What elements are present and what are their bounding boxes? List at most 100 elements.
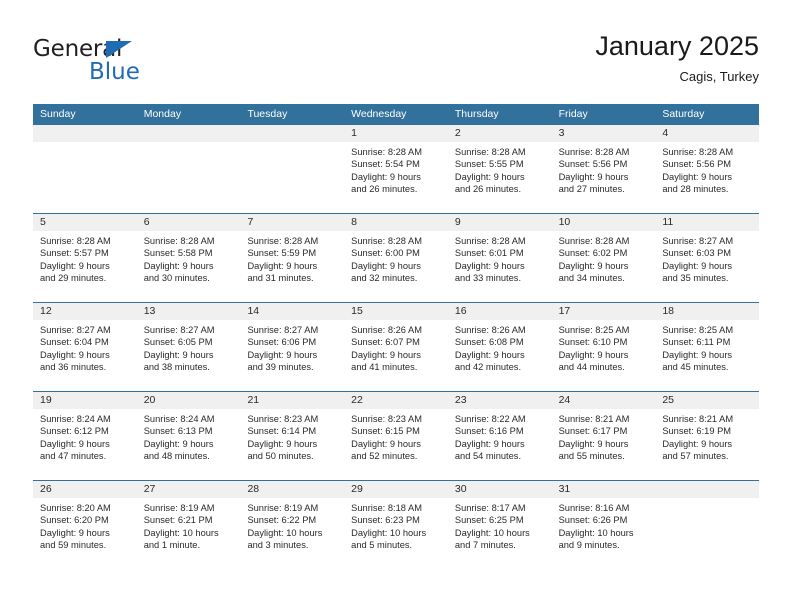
calendar-day-cell[interactable]: 27 Sunrise: 8:19 AM Sunset: 6:21 PM Dayligh… (136, 481, 241, 569)
day-number: 10 (551, 214, 656, 231)
day-number: 12 (33, 303, 137, 320)
calendar-day-cell[interactable]: 21 Sunrise: 8:23 AM Sunset: 6:14 PM Dayligh… (240, 392, 345, 480)
daylight-duration-line1: Daylight: 9 hours (247, 260, 318, 271)
calendar-day-cell[interactable]: 9 Sunrise: 8:28 AM Sunset: 6:01 PM Daylight… (447, 214, 552, 302)
day-number: 15 (344, 303, 448, 320)
daylight-duration-line2: and 30 minutes. (143, 273, 210, 284)
day-details: Sunrise: 8:16 AM Sunset: 6:26 PM Daylight:… (552, 498, 656, 552)
daylight-duration-line1: Daylight: 9 hours (351, 438, 421, 449)
sunrise-time: Sunrise: 8:21 AM (662, 414, 734, 424)
day-number (33, 125, 137, 142)
sunset-time: Sunset: 6:08 PM (454, 337, 524, 348)
calendar-day-cell[interactable]: 18 Sunrise: 8:25 AM Sunset: 6:11 PM Dayligh… (655, 303, 760, 391)
sunrise-time: Sunrise: 8:24 AM (143, 414, 215, 424)
weekday-header-tuesday: Tuesday (247, 108, 288, 120)
calendar-day-cell[interactable]: 1 Sunrise: 8:28 AM Sunset: 5:54 PM Daylight… (344, 125, 448, 213)
day-details: Sunrise: 8:25 AM Sunset: 6:10 PM Daylight:… (552, 320, 656, 374)
sunset-time: Sunset: 6:00 PM (351, 248, 420, 259)
logo-triangle-icon (106, 41, 132, 58)
calendar-day-cell[interactable]: 12 Sunrise: 8:27 AM Sunset: 6:04 PM Dayligh… (33, 303, 137, 391)
calendar-day-cell[interactable]: 22 Sunrise: 8:23 AM Sunset: 6:15 PM Dayligh… (344, 392, 448, 480)
sunset-time: Sunset: 6:20 PM (40, 515, 109, 526)
day-details: Sunrise: 8:21 AM Sunset: 6:19 PM Daylight:… (655, 409, 759, 463)
calendar-day-cell[interactable]: 15 Sunrise: 8:26 AM Sunset: 6:07 PM Dayligh… (344, 303, 448, 391)
sunrise-time: Sunrise: 8:16 AM (558, 503, 630, 513)
daylight-duration-line2: and 1 minute. (143, 540, 201, 551)
calendar-day-cell[interactable]: 19 Sunrise: 8:24 AM Sunset: 6:12 PM Dayligh… (33, 392, 137, 480)
daylight-duration-line1: Daylight: 9 hours (662, 349, 733, 360)
day-number: 26 (33, 481, 137, 498)
sunset-time: Sunset: 6:05 PM (143, 337, 213, 348)
sunset-time: Sunset: 6:01 PM (454, 248, 524, 259)
calendar-day-cell[interactable]: 28 Sunrise: 8:19 AM Sunset: 6:22 PM Dayligh… (240, 481, 345, 569)
daylight-duration-line2: and 38 minutes. (143, 362, 210, 373)
sunset-time: Sunset: 6:19 PM (662, 426, 732, 437)
calendar-day-cell[interactable]: 17 Sunrise: 8:25 AM Sunset: 6:10 PM Dayligh… (551, 303, 656, 391)
calendar-day-cell[interactable]: 4 Sunrise: 8:28 AM Sunset: 5:56 PM Daylight… (655, 125, 760, 213)
day-number: 29 (344, 481, 448, 498)
daylight-duration-line1: Daylight: 9 hours (143, 349, 214, 360)
calendar-day-cell-empty (240, 125, 345, 213)
day-details: Sunrise: 8:17 AM Sunset: 6:25 PM Daylight:… (448, 498, 552, 552)
sunset-time: Sunset: 6:26 PM (558, 515, 628, 526)
sunset-time: Sunset: 5:56 PM (662, 159, 732, 170)
daylight-duration-line2: and 31 minutes. (247, 273, 314, 284)
calendar-day-cell[interactable]: 14 Sunrise: 8:27 AM Sunset: 6:06 PM Dayligh… (240, 303, 345, 391)
daylight-duration-line2: and 33 minutes. (454, 273, 522, 284)
calendar-week-row: 5 Sunrise: 8:28 AM Sunset: 5:57 PM Daylight… (33, 213, 760, 302)
calendar-day-cell[interactable]: 20 Sunrise: 8:24 AM Sunset: 6:13 PM Dayligh… (136, 392, 241, 480)
calendar-day-cell[interactable]: 7 Sunrise: 8:28 AM Sunset: 5:59 PM Daylight… (240, 214, 345, 302)
calendar-day-cell[interactable]: 30 Sunrise: 8:17 AM Sunset: 6:25 PM Dayligh… (447, 481, 552, 569)
weekday-header-row: Sunday Monday Tuesday Wednesday Thursday Frid… (33, 104, 759, 125)
weekday-header-monday: Monday (143, 108, 182, 120)
calendar-day-cell[interactable]: 16 Sunrise: 8:26 AM Sunset: 6:08 PM Dayligh… (447, 303, 552, 391)
calendar-day-cell[interactable]: 25 Sunrise: 8:21 AM Sunset: 6:19 PM Dayligh… (655, 392, 760, 480)
day-number (240, 125, 345, 142)
calendar-grid: Sunday Monday Tuesday Wednesday Thursday Frid… (33, 104, 760, 569)
daylight-duration-line2: and 36 minutes. (40, 362, 107, 373)
calendar-day-cell[interactable]: 10 Sunrise: 8:28 AM Sunset: 6:02 PM Dayligh… (551, 214, 656, 302)
logo-text-blue: Blue (89, 59, 140, 85)
daylight-duration-line1: Daylight: 9 hours (454, 438, 525, 449)
daylight-duration-line1: Daylight: 9 hours (454, 349, 525, 360)
sunset-time: Sunset: 6:10 PM (558, 337, 628, 348)
sunset-time: Sunset: 6:12 PM (40, 426, 109, 437)
calendar-day-cell[interactable]: 26 Sunrise: 8:20 AM Sunset: 6:20 PM Dayligh… (33, 481, 137, 569)
day-number (136, 125, 241, 142)
daylight-duration-line1: Daylight: 9 hours (454, 260, 525, 271)
daylight-duration-line2: and 26 minutes. (351, 184, 418, 195)
daylight-duration-line1: Daylight: 10 hours (558, 527, 634, 538)
page-subtitle-location: Cagis, Turkey (679, 69, 759, 84)
calendar-day-cell[interactable]: 3 Sunrise: 8:28 AM Sunset: 5:56 PM Daylight… (551, 125, 656, 213)
calendar-day-cell[interactable]: 13 Sunrise: 8:27 AM Sunset: 6:05 PM Dayligh… (136, 303, 241, 391)
calendar-day-cell[interactable]: 5 Sunrise: 8:28 AM Sunset: 5:57 PM Daylight… (33, 214, 137, 302)
day-details: Sunrise: 8:27 AM Sunset: 6:04 PM Daylight:… (33, 320, 137, 374)
calendar-day-cell[interactable]: 2 Sunrise: 8:28 AM Sunset: 5:55 PM Daylight… (447, 125, 552, 213)
daylight-duration-line1: Daylight: 9 hours (143, 438, 214, 449)
day-details: Sunrise: 8:26 AM Sunset: 6:08 PM Daylight:… (448, 320, 552, 374)
daylight-duration-line1: Daylight: 10 hours (143, 527, 219, 538)
daylight-duration-line1: Daylight: 10 hours (454, 527, 530, 538)
daylight-duration-line2: and 55 minutes. (558, 451, 625, 462)
sunrise-time: Sunrise: 8:28 AM (351, 236, 422, 246)
calendar-week-row: 19 Sunrise: 8:24 AM Sunset: 6:12 PM Dayligh… (33, 391, 760, 480)
sunrise-time: Sunrise: 8:27 AM (247, 325, 319, 335)
calendar-day-cell[interactable]: 6 Sunrise: 8:28 AM Sunset: 5:58 PM Daylight… (136, 214, 241, 302)
calendar-day-cell[interactable]: 8 Sunrise: 8:28 AM Sunset: 6:00 PM Daylight… (344, 214, 448, 302)
day-details: Sunrise: 8:28 AM Sunset: 5:57 PM Daylight:… (33, 231, 137, 285)
calendar-day-cell[interactable]: 24 Sunrise: 8:21 AM Sunset: 6:17 PM Dayligh… (551, 392, 656, 480)
daylight-duration-line1: Daylight: 10 hours (351, 527, 427, 538)
sunset-time: Sunset: 6:02 PM (558, 248, 628, 259)
calendar-day-cell[interactable]: 29 Sunrise: 8:18 AM Sunset: 6:23 PM Dayligh… (344, 481, 448, 569)
day-number: 23 (447, 392, 552, 409)
daylight-duration-line1: Daylight: 9 hours (351, 349, 421, 360)
daylight-duration-line2: and 26 minutes. (454, 184, 522, 195)
calendar-day-cell[interactable]: 11 Sunrise: 8:27 AM Sunset: 6:03 PM Dayligh… (655, 214, 760, 302)
calendar-day-cell[interactable]: 31 Sunrise: 8:16 AM Sunset: 6:26 PM Dayligh… (551, 481, 656, 569)
day-details: Sunrise: 8:20 AM Sunset: 6:20 PM Daylight:… (33, 498, 137, 552)
daylight-duration-line2: and 28 minutes. (662, 184, 729, 195)
calendar-day-cell[interactable]: 23 Sunrise: 8:22 AM Sunset: 6:16 PM Dayligh… (447, 392, 552, 480)
daylight-duration-line1: Daylight: 9 hours (662, 171, 733, 182)
sunrise-time: Sunrise: 8:19 AM (247, 503, 319, 513)
sunrise-time: Sunrise: 8:28 AM (351, 147, 422, 157)
